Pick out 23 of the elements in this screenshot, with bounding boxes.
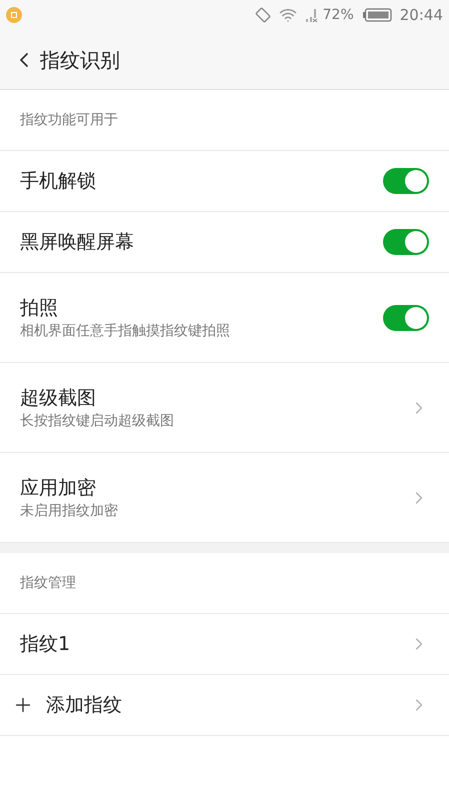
row-label: 拍照 xyxy=(20,296,59,320)
clock: 20:44 xyxy=(400,4,443,26)
toggle-switch[interactable] xyxy=(383,168,429,194)
section-header: 指纹功能可用于 xyxy=(20,110,118,130)
battery-icon xyxy=(362,8,392,22)
row-label: 超级截图 xyxy=(20,386,97,410)
toggle-switch[interactable] xyxy=(383,304,429,330)
row-subtitle: 未启用指纹加密 xyxy=(20,502,119,520)
toggle-switch[interactable] xyxy=(383,229,429,255)
rotation-icon xyxy=(254,7,271,23)
row-subtitle: 长按指纹键启动超级截图 xyxy=(20,412,175,430)
page-title: 指纹识别 xyxy=(40,46,120,74)
battery-percent: 72% xyxy=(322,6,354,24)
row-label: 添加指纹 xyxy=(46,693,123,718)
notification-icon xyxy=(6,7,22,23)
section-header: 指纹管理 xyxy=(20,574,76,592)
row-label: 手机解锁 xyxy=(20,169,97,194)
wifi-icon xyxy=(278,6,297,24)
row-label: 黑屏唤醒屏幕 xyxy=(20,230,135,255)
signal-icon xyxy=(304,7,319,23)
row-label: 应用加密 xyxy=(20,476,97,500)
row-label: 指纹1 xyxy=(20,632,72,657)
row-subtitle: 相机界面任意手指触摸指纹键拍照 xyxy=(20,322,231,340)
